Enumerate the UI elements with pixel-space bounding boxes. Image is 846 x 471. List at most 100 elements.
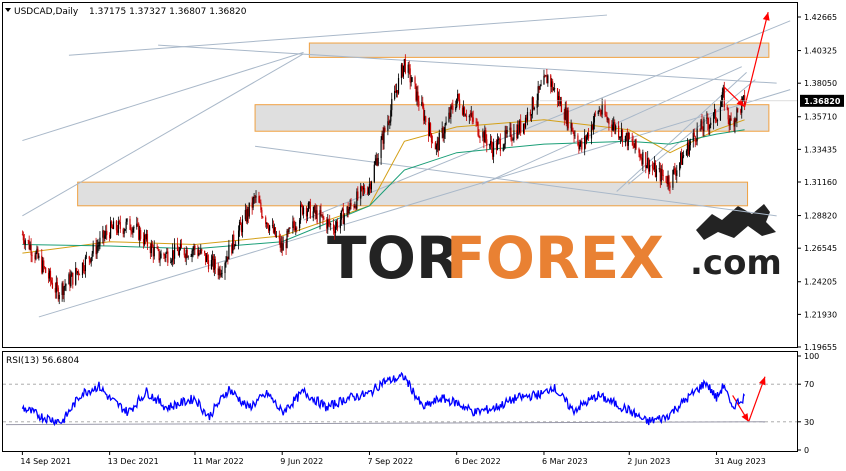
candle-body: [204, 250, 206, 254]
candle-body: [51, 282, 54, 289]
candle-body: [685, 150, 688, 156]
candle-body: [472, 117, 474, 122]
candle-body: [506, 129, 508, 134]
candle-body: [727, 107, 729, 120]
candle-body: [132, 228, 134, 233]
candle-body: [389, 121, 391, 123]
candle-body: [312, 211, 314, 219]
candle-body: [510, 127, 512, 140]
candle-body: [503, 144, 505, 149]
candle-body: [456, 98, 458, 107]
candle-body: [72, 272, 74, 285]
candle-body: [269, 225, 271, 231]
time-tick-label: 2 Jun 2023: [627, 457, 670, 466]
candle-body: [206, 255, 209, 261]
time-tick-label: 7 Sep 2022: [367, 457, 413, 466]
rsi-tick-label: 30: [804, 418, 814, 427]
price-tick-label: 1.31160: [804, 178, 837, 187]
candle-body: [742, 97, 744, 101]
candle-body: [628, 133, 630, 139]
price-tick-label: 1.42665: [804, 13, 837, 22]
candle-body: [118, 220, 120, 223]
candle-body: [288, 227, 290, 233]
candle-body: [608, 119, 610, 125]
candle-body: [661, 169, 663, 176]
candle-body: [429, 123, 432, 134]
candle-body: [49, 270, 52, 281]
candle-body: [300, 204, 302, 221]
candle-body: [716, 120, 719, 122]
candle-body: [390, 110, 392, 122]
candle-body: [573, 132, 575, 136]
candle-body: [674, 168, 676, 173]
candle-body: [592, 122, 595, 130]
candle-body: [348, 208, 350, 214]
candle-body: [289, 227, 291, 229]
price-tick-label: 1.24205: [804, 278, 837, 287]
candle-body: [721, 92, 723, 102]
candle-body: [329, 220, 331, 225]
candle-body: [526, 111, 529, 121]
time-tick-label: 11 Mar 2022: [193, 457, 244, 466]
candle-body: [167, 251, 169, 263]
candle-body: [112, 221, 115, 229]
candle-body: [574, 135, 576, 137]
candle-body: [159, 258, 161, 261]
candle-body: [631, 138, 633, 142]
candle-body: [233, 234, 235, 246]
candle-body: [655, 169, 658, 177]
candle-body: [612, 125, 614, 131]
candle-body: [723, 88, 725, 108]
candle-body: [374, 161, 376, 165]
price-tick-label: 1.33435: [804, 145, 837, 154]
candle-body: [632, 141, 634, 146]
candle-body: [24, 240, 26, 245]
candle-body: [65, 284, 67, 286]
price-tick-label: 1.28820: [804, 212, 837, 221]
candle-body: [123, 230, 125, 234]
candle-body: [536, 100, 538, 108]
candle-body: [489, 144, 491, 146]
time-tick-label: 31 Aug 2023: [715, 457, 766, 466]
time-tick-label: 13 Dec 2021: [108, 457, 159, 466]
brand-suffix-text: .com: [690, 243, 782, 283]
candle-body: [478, 135, 480, 138]
candle-body: [736, 108, 738, 121]
candle-body: [140, 229, 142, 239]
candle-body: [45, 267, 47, 273]
candle-body: [458, 93, 460, 100]
candle-body: [92, 244, 94, 254]
candle-body: [157, 248, 159, 250]
candle-body: [689, 141, 691, 146]
candle-body: [327, 219, 329, 229]
candle-body: [163, 253, 165, 256]
candle-body: [533, 107, 535, 110]
candle-body: [64, 285, 66, 287]
candle-body: [547, 75, 549, 84]
candle-body: [190, 256, 192, 257]
candle-body: [567, 110, 569, 129]
candle-body: [737, 108, 739, 110]
candle-body: [581, 141, 583, 150]
resistance-zone-3: [77, 181, 749, 207]
candle-body: [332, 224, 335, 231]
candle-body: [323, 218, 325, 220]
candle-body: [130, 229, 132, 232]
candle-body: [187, 256, 189, 258]
candle-body: [668, 176, 670, 186]
candle-body: [477, 122, 479, 136]
candle-body: [679, 162, 681, 171]
candle-body: [192, 249, 194, 251]
candle-body: [720, 101, 722, 107]
candle-body: [316, 210, 318, 223]
candle-body: [224, 263, 226, 274]
candle-body: [70, 276, 72, 287]
candle-body: [334, 226, 337, 234]
candle-body: [499, 139, 501, 151]
candle-body: [593, 113, 595, 123]
candle-body: [414, 77, 416, 84]
candle-body: [255, 196, 257, 198]
time-tick-label: 14 Sep 2021: [20, 457, 71, 466]
candle-body: [443, 133, 445, 138]
candle-body: [642, 152, 644, 165]
